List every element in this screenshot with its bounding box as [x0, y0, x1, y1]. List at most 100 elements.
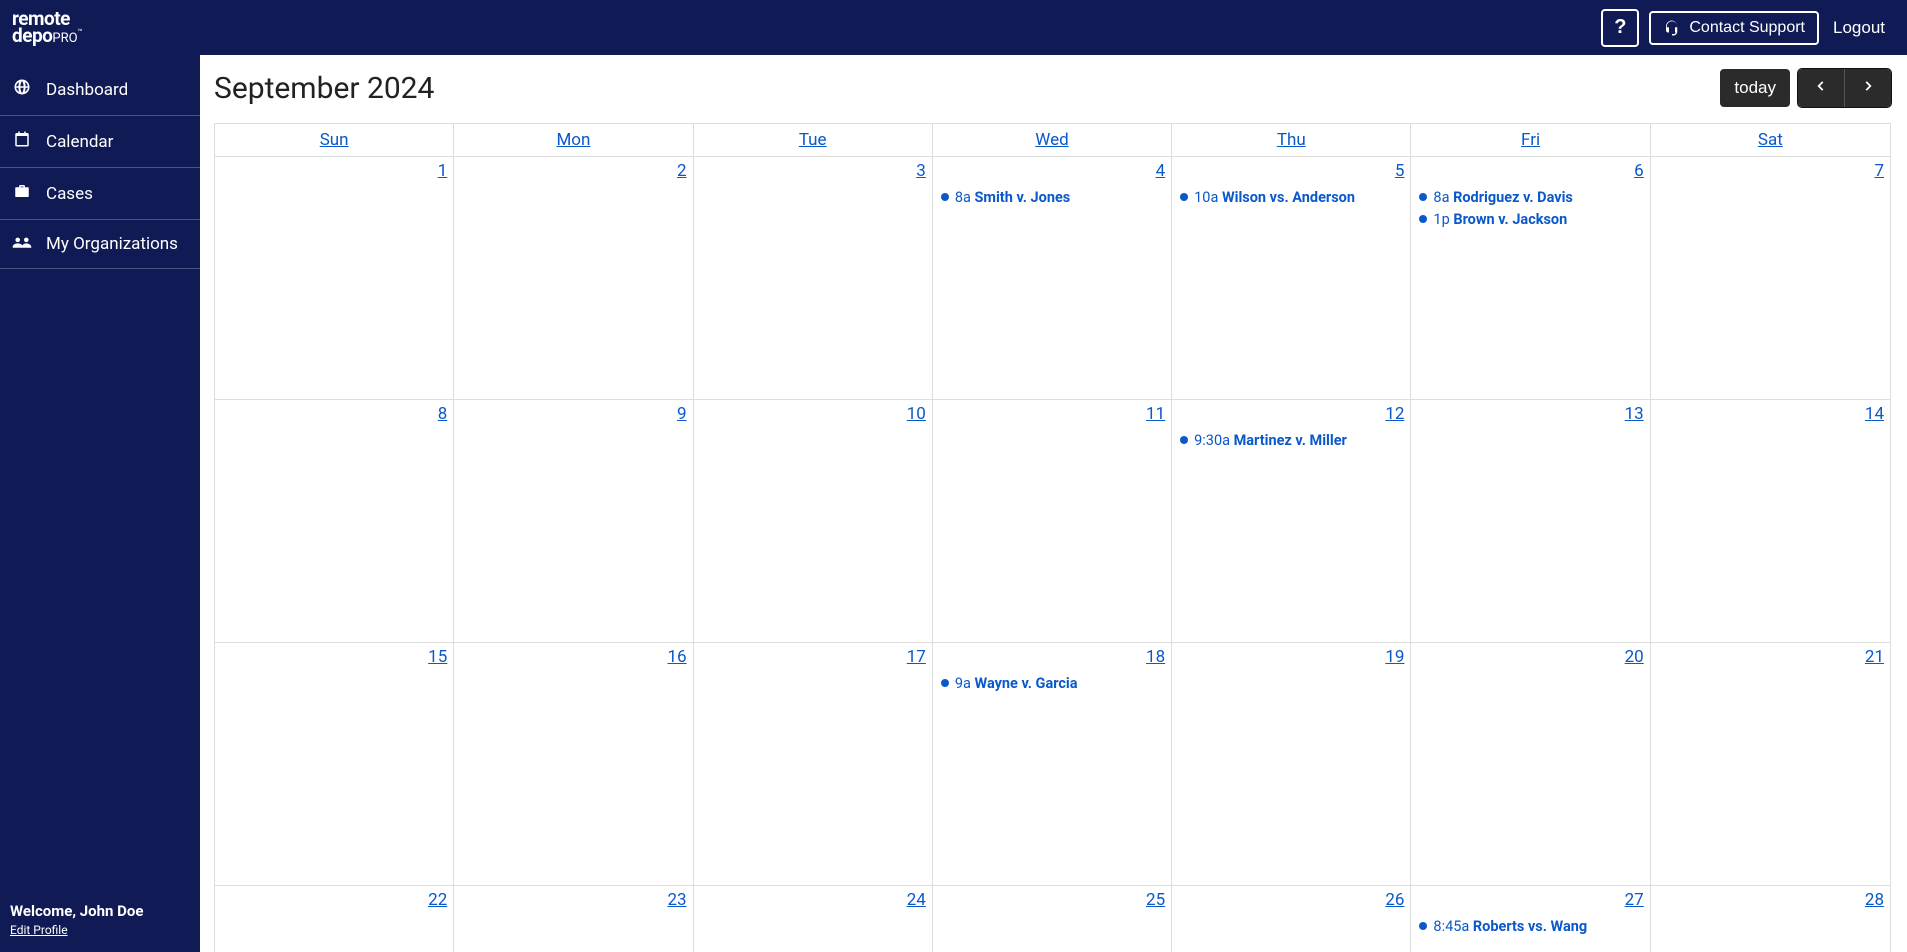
sidebar-item-cases[interactable]: Cases — [0, 168, 200, 220]
calendar-cell[interactable]: 25 — [933, 886, 1172, 952]
people-icon — [12, 234, 32, 254]
event-time: 9:30a — [1194, 432, 1233, 449]
day-number[interactable]: 12 — [1178, 404, 1404, 424]
sidebar-item-dashboard[interactable]: Dashboard — [0, 63, 200, 116]
day-number[interactable]: 4 — [939, 161, 1165, 181]
day-number[interactable]: 1 — [221, 161, 447, 181]
calendar-cell[interactable]: 4 8a Smith v. Jones — [933, 157, 1172, 400]
dow-fri[interactable]: Fri — [1411, 124, 1650, 156]
calendar-event[interactable]: 1p Brown v. Jackson — [1417, 209, 1643, 231]
calendar-cell[interactable]: 28 — [1651, 886, 1890, 952]
day-number[interactable]: 26 — [1178, 890, 1404, 910]
day-number[interactable]: 2 — [460, 161, 686, 181]
day-number[interactable]: 20 — [1417, 647, 1643, 667]
day-number[interactable]: 3 — [700, 161, 926, 181]
calendar-cell[interactable]: 17 — [694, 643, 933, 886]
sidebar-item-label: Cases — [46, 184, 93, 204]
sidebar-item-calendar[interactable]: Calendar — [0, 116, 200, 168]
day-number[interactable]: 27 — [1417, 890, 1643, 910]
day-number[interactable]: 18 — [939, 647, 1165, 667]
sidebar-item-organizations[interactable]: My Organizations — [0, 220, 200, 269]
calendar-event[interactable]: 9:30a Martinez v. Miller — [1178, 430, 1404, 452]
calendar-header: September 2024 today — [214, 69, 1891, 107]
calendar-event[interactable]: 10a Wilson vs. Anderson — [1178, 187, 1404, 209]
calendar-cell[interactable]: 3 — [694, 157, 933, 400]
dow-tue[interactable]: Tue — [694, 124, 933, 156]
calendar-cell[interactable]: 7 — [1651, 157, 1890, 400]
calendar-cell[interactable]: 14 — [1651, 400, 1890, 643]
day-number[interactable]: 21 — [1657, 647, 1884, 667]
calendar-cell[interactable]: 16 — [454, 643, 693, 886]
day-number[interactable]: 11 — [939, 404, 1165, 424]
day-number[interactable]: 22 — [221, 890, 447, 910]
day-events: 10a Wilson vs. Anderson — [1178, 187, 1404, 209]
calendar-cell[interactable]: 13 — [1411, 400, 1650, 643]
day-number[interactable]: 16 — [460, 647, 686, 667]
day-number[interactable]: 10 — [700, 404, 926, 424]
calendar-event[interactable]: 8a Smith v. Jones — [939, 187, 1165, 209]
event-time: 8a — [1433, 189, 1453, 206]
event-time: 9a — [955, 675, 975, 692]
day-number[interactable]: 17 — [700, 647, 926, 667]
calendar-cell[interactable]: 11 — [933, 400, 1172, 643]
day-number[interactable]: 28 — [1657, 890, 1884, 910]
day-number[interactable]: 23 — [460, 890, 686, 910]
calendar-cell[interactable]: 12 9:30a Martinez v. Miller — [1172, 400, 1411, 643]
app-logo: remote depoPRO™ — [10, 10, 82, 45]
calendar-cell[interactable]: 24 — [694, 886, 933, 952]
dow-sat[interactable]: Sat — [1651, 124, 1890, 156]
calendar-cell[interactable]: 21 — [1651, 643, 1890, 886]
calendar-cell[interactable]: 23 — [454, 886, 693, 952]
day-number[interactable]: 6 — [1417, 161, 1643, 181]
calendar-cell[interactable]: 18 9a Wayne v. Garcia — [933, 643, 1172, 886]
calendar-cell[interactable]: 2 — [454, 157, 693, 400]
event-title: Brown v. Jackson — [1453, 211, 1567, 228]
day-number[interactable]: 7 — [1657, 161, 1884, 181]
help-button[interactable]: ? — [1601, 9, 1639, 47]
day-number[interactable]: 5 — [1178, 161, 1404, 181]
calendar-cell[interactable]: 22 — [215, 886, 454, 952]
calendar-cell[interactable]: 10 — [694, 400, 933, 643]
calendar-event[interactable]: 9a Wayne v. Garcia — [939, 673, 1165, 695]
calendar-event[interactable]: 8:45a Roberts vs. Wang — [1417, 916, 1643, 938]
calendar-cell[interactable]: 26 — [1172, 886, 1411, 952]
prev-month-button[interactable] — [1798, 69, 1844, 107]
dow-thu[interactable]: Thu — [1172, 124, 1411, 156]
main-content[interactable]: September 2024 today Sun Mon Tue Wed — [200, 55, 1907, 952]
nav-button-group — [1798, 69, 1891, 107]
event-time: 8:45a — [1433, 918, 1472, 935]
day-number[interactable]: 9 — [460, 404, 686, 424]
logout-button[interactable]: Logout — [1829, 12, 1889, 44]
calendar-cell[interactable]: 1 — [215, 157, 454, 400]
dow-mon[interactable]: Mon — [454, 124, 693, 156]
day-number[interactable]: 24 — [700, 890, 926, 910]
welcome-text: Welcome, John Doe — [10, 902, 190, 920]
day-number[interactable]: 14 — [1657, 404, 1884, 424]
dow-sun[interactable]: Sun — [215, 124, 454, 156]
calendar-event[interactable]: 8a Rodriguez v. Davis — [1417, 187, 1643, 209]
calendar-cell[interactable]: 20 — [1411, 643, 1650, 886]
edit-profile-link[interactable]: Edit Profile — [10, 923, 68, 937]
calendar-cell[interactable]: 5 10a Wilson vs. Anderson — [1172, 157, 1411, 400]
calendar-cell[interactable]: 8 — [215, 400, 454, 643]
calendar-controls: today — [1720, 69, 1891, 107]
today-button[interactable]: today — [1720, 69, 1790, 107]
contact-support-button[interactable]: Contact Support — [1649, 11, 1819, 45]
calendar-cell[interactable]: 15 — [215, 643, 454, 886]
calendar-week: 1234 8a Smith v. Jones 5 10a Wilson vs. And… — [215, 157, 1890, 400]
event-time: 1p — [1433, 211, 1453, 228]
calendar-cell[interactable]: 68a Rodriguez v. Davis1p Brown v. Jackso… — [1411, 157, 1650, 400]
next-month-button[interactable] — [1844, 69, 1891, 107]
calendar-cell[interactable]: 19 — [1172, 643, 1411, 886]
day-number[interactable]: 15 — [221, 647, 447, 667]
day-number[interactable]: 19 — [1178, 647, 1404, 667]
sidebar: Dashboard Calendar Cases My Organization… — [0, 55, 200, 952]
day-number[interactable]: 8 — [221, 404, 447, 424]
calendar-cell[interactable]: 27 8:45a Roberts vs. Wang — [1411, 886, 1650, 952]
dow-wed[interactable]: Wed — [933, 124, 1172, 156]
calendar-cell[interactable]: 9 — [454, 400, 693, 643]
day-number[interactable]: 25 — [939, 890, 1165, 910]
day-events: 8a Rodriguez v. Davis1p Brown v. Jackson — [1417, 187, 1643, 231]
calendar-week: 15 16 17 18 9a Wayne v. Garcia 19 20 21 — [215, 643, 1890, 886]
day-number[interactable]: 13 — [1417, 404, 1643, 424]
